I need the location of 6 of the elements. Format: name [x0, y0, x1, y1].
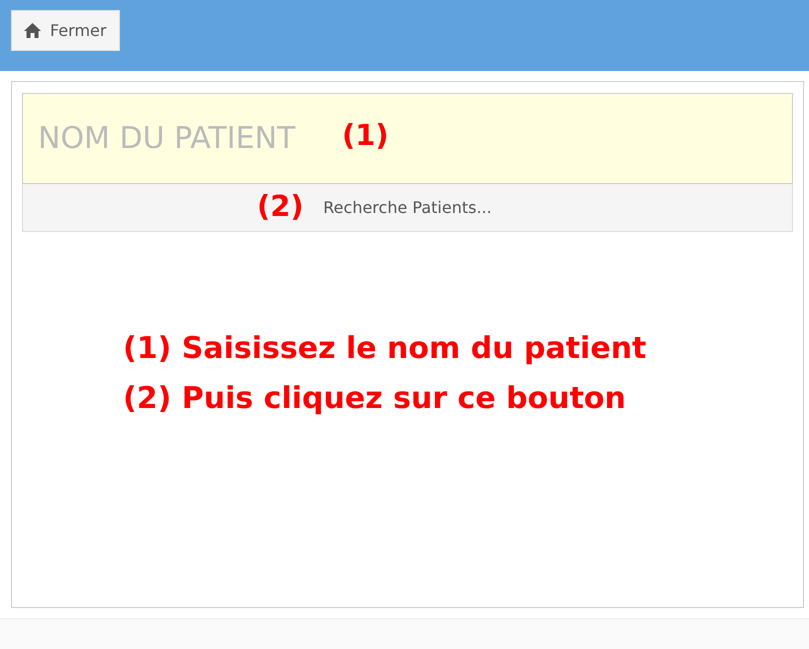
instruction-text: (1) Saisissez le nom du patient — [123, 330, 646, 368]
instruction-text: (2) Puis cliquez sur ce bouton — [123, 380, 626, 418]
annotation-label: (1) — [342, 121, 389, 150]
close-button[interactable]: Fermer — [11, 10, 120, 51]
annotation-label: (2) — [257, 192, 304, 221]
home-icon — [24, 23, 41, 38]
